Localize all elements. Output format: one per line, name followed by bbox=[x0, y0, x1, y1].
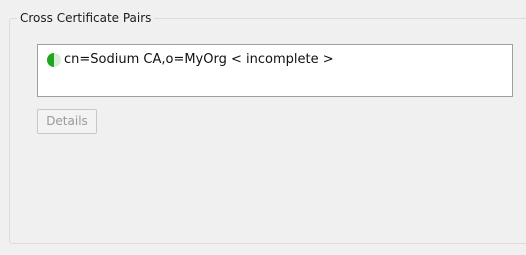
details-button[interactable]: Details bbox=[37, 109, 97, 134]
list-item[interactable]: cn=Sodium CA,o=MyOrg < incomplete > bbox=[44, 51, 334, 69]
half-green-circle-icon bbox=[44, 51, 64, 69]
group-title: Cross Certificate Pairs bbox=[17, 11, 155, 25]
cross-certificate-pairs-list[interactable]: cn=Sodium CA,o=MyOrg < incomplete > bbox=[37, 44, 513, 97]
list-item-label: cn=Sodium CA,o=MyOrg < incomplete > bbox=[64, 52, 334, 67]
